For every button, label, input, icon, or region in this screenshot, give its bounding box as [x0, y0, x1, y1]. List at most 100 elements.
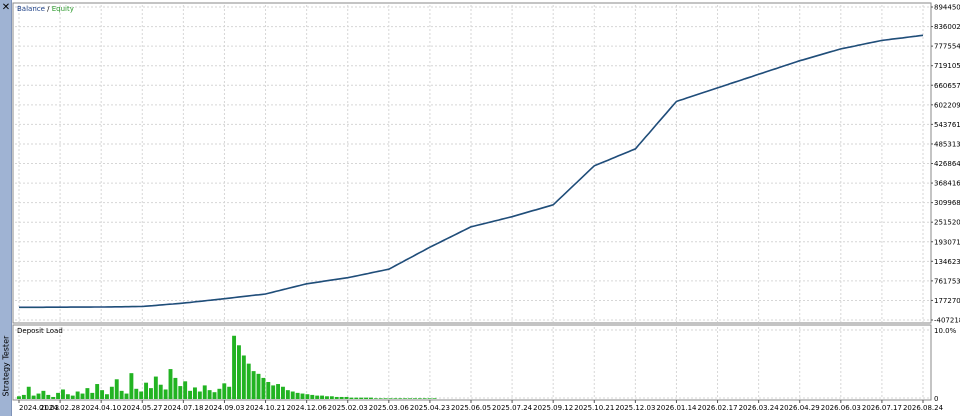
y-tick-label: 6022095: [934, 101, 960, 109]
deposit-load-bar: [21, 394, 26, 399]
deposit-load-bar: [251, 371, 256, 399]
deposit-load-bar: [276, 384, 281, 399]
deposit-load-bar: [217, 388, 222, 399]
deposit-load-bar: [212, 392, 217, 399]
deposit-load-y-axis: 10.0% 0: [934, 327, 957, 403]
deposit-load-bar: [334, 396, 339, 399]
x-tick-label: 2025.04.23: [410, 404, 450, 412]
legend-separator: /: [45, 5, 52, 13]
deposit-load-bar: [163, 389, 168, 399]
deposit-load-bar: [173, 377, 178, 399]
y-tick-label: 5437612: [934, 121, 960, 129]
deposit-load-bar: [227, 386, 232, 399]
x-tick-label: 2025.10.21: [574, 404, 614, 412]
x-tick-label: 2026.02.17: [697, 404, 737, 412]
x-tick-label: 2026.01.14: [656, 404, 697, 412]
deposit-load-bar: [109, 386, 114, 399]
x-tick-label: 2026.08.24: [903, 404, 944, 412]
y-tick-label: 1930718: [934, 238, 960, 246]
deposit-load-bar: [134, 388, 139, 399]
y-tick-label: 7191059: [934, 62, 960, 70]
deposit-load-bar: [339, 396, 344, 399]
x-tick-label: 2024.05.27: [122, 404, 162, 412]
deposit-load-bar: [129, 373, 134, 399]
deposit-load-bar: [85, 388, 90, 399]
deposit-load-bar: [100, 390, 105, 399]
x-tick-label: 2024.12.06: [287, 404, 328, 412]
x-tick-label: 2025.06.05: [451, 404, 491, 412]
x-tick-label: 2024.09.03: [204, 404, 244, 412]
y-tick-label: 4268647: [934, 160, 960, 168]
legend: Balance / Equity: [17, 5, 74, 13]
deposit-load-bar: [178, 386, 183, 399]
deposit-load-bar: [369, 397, 373, 399]
x-tick-label: 2026.03.24: [739, 404, 780, 412]
deposit-load-bar: [56, 392, 61, 399]
x-tick-label: 2025.12.03: [615, 404, 655, 412]
y-tick-label: 3684165: [934, 180, 960, 188]
dl-y-tick-label: 0: [934, 395, 938, 403]
deposit-load-bar: [95, 384, 100, 399]
deposit-load-bar: [222, 383, 227, 399]
deposit-load-bar: [364, 397, 369, 399]
deposit-load-bar: [422, 398, 427, 399]
deposit-load-bar: [65, 394, 70, 399]
deposit-load-bar: [373, 398, 378, 399]
x-tick-label: 2024.02.28: [40, 404, 80, 412]
deposit-load-bar: [398, 398, 403, 399]
deposit-load-bar: [241, 355, 246, 399]
deposit-load-bar: [46, 394, 51, 399]
deposit-load-bar: [183, 381, 188, 399]
legend-balance: Balance: [17, 5, 45, 13]
deposit-load-bar: [432, 398, 437, 399]
legend-equity: Equity: [52, 5, 74, 13]
y-tick-label: 4853130: [934, 140, 960, 148]
deposit-load-bar: [193, 387, 197, 399]
y-tick-label: 8360024: [934, 23, 960, 31]
deposit-load-bar: [149, 388, 153, 399]
deposit-load-bar: [139, 391, 144, 399]
chart-area: 8944507 8360024 7775542 7191059 6606577 60220…: [12, 2, 960, 412]
deposit-load-bar: [237, 345, 241, 399]
dl-y-tick-label: 10.0%: [934, 327, 957, 335]
deposit-load-title: Deposit Load: [17, 327, 63, 335]
deposit-load-bar: [290, 391, 295, 399]
x-tick-label: 2025.07.24: [492, 404, 533, 412]
deposit-load-bar: [41, 390, 46, 399]
deposit-load-bar: [315, 395, 320, 399]
x-tick-label: 2026.06.03: [821, 404, 861, 412]
deposit-load-bar: [114, 379, 119, 399]
deposit-load-bar: [31, 395, 36, 399]
deposit-load-bar: [393, 398, 398, 399]
deposit-load-bar: [417, 398, 422, 399]
y-tick-label: 7775542: [934, 43, 960, 51]
deposit-load-bar: [153, 376, 158, 399]
y-tick-label: -407218: [934, 317, 960, 325]
y-tick-label: 2515200: [934, 219, 960, 227]
deposit-load-bar: [300, 393, 305, 399]
x-tick-label: 2024.04.10: [81, 404, 121, 412]
deposit-load-bar: [202, 385, 207, 399]
deposit-load-bar: [281, 386, 285, 399]
deposit-load-bar: [310, 394, 315, 399]
deposit-load-bar: [36, 393, 41, 399]
deposit-load-bar: [17, 396, 21, 399]
deposit-load-bar: [329, 396, 334, 399]
deposit-load-bar: [408, 398, 413, 399]
y-tick-label: 6606577: [934, 82, 960, 90]
deposit-load-bar: [168, 369, 173, 399]
y-tick-label: 1346235: [934, 258, 960, 266]
deposit-load-bar: [256, 373, 261, 399]
deposit-load-bar: [349, 397, 354, 399]
deposit-load-bar: [261, 377, 266, 399]
deposit-load-bar: [51, 396, 56, 399]
deposit-load-bar: [388, 398, 393, 399]
deposit-load-bar: [325, 396, 329, 399]
deposit-load-bar: [119, 390, 124, 399]
deposit-load-bar: [80, 393, 85, 399]
deposit-load-bar: [70, 395, 75, 399]
x-tick-label: 2025.09.12: [533, 404, 573, 412]
x-tick-label: 2025.03.06: [369, 404, 410, 412]
deposit-load-bar: [144, 382, 149, 399]
deposit-load-bar: [75, 391, 80, 399]
